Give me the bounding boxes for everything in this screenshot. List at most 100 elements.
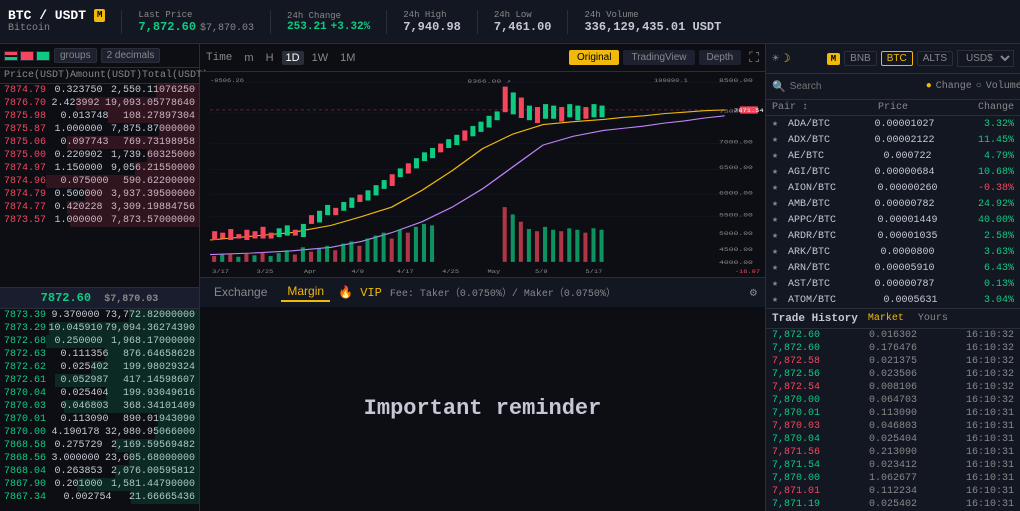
ob-view-icon[interactable] (4, 51, 18, 61)
sell-order-row[interactable]: 7875.00 0.220902 1,739.60325000 (0, 149, 199, 162)
buy-order-row[interactable]: 7868.56 3.000000 23,605.68000000 (0, 452, 199, 465)
pair-list-item[interactable]: ★ ARN/BTC 0.00005910 6.43% (766, 260, 1020, 276)
sell-order-row[interactable]: 7874.79 0.500000 3,937.39500000 (0, 188, 199, 201)
pair-list-item[interactable]: ★ ADA/BTC 0.00001027 3.32% (766, 116, 1020, 132)
pair-logo: BTC / USDT M Bitcoin (8, 8, 105, 36)
market-tab[interactable]: Market (864, 312, 908, 325)
buy-order-row[interactable]: 7870.04 0.025404 199.93049616 (0, 387, 199, 400)
buy-order-row[interactable]: 7870.01 0.113090 890.01943090 (0, 413, 199, 426)
usd-select[interactable]: USD$ (957, 50, 1014, 67)
volume-label[interactable]: Volume (986, 81, 1020, 92)
buy-order-row[interactable]: 7870.03 0.046803 368.34101409 (0, 400, 199, 413)
change-label[interactable]: Change (936, 81, 972, 92)
decimals-button[interactable]: 2 decimals (101, 48, 161, 63)
margin-tab[interactable]: Margin (281, 282, 330, 302)
buy-order-row[interactable]: 7868.58 0.275729 2,169.59569482 (0, 439, 199, 452)
change-col-header[interactable]: Change (978, 102, 1014, 113)
pair-list-item[interactable]: ★ AE/BTC 0.000722 4.79% (766, 148, 1020, 164)
buy-order-row[interactable]: 7873.39 9.370000 73,772.82000000 (0, 309, 199, 322)
interval-1W[interactable]: 1W (308, 51, 333, 65)
sell-order-row[interactable]: 7875.87 1.000000 7,875.87000000 (0, 123, 199, 136)
pair-list-item[interactable]: ★ ATOM/BTC 0.0005631 3.04% (766, 292, 1020, 308)
sell-order-row[interactable]: 7876.70 2.423992 19,093.05778640 (0, 97, 199, 110)
m-currency-badge[interactable]: M (827, 53, 840, 65)
sell-order-row[interactable]: 7874.97 1.150000 9,056.21550000 (0, 162, 199, 175)
sell-price: 7876.70 (4, 98, 46, 109)
sell-order-row[interactable]: 7875.06 0.097743 769.73198958 (0, 136, 199, 149)
buy-order-row[interactable]: 7872.63 0.111356 876.64658628 (0, 348, 199, 361)
star-icon[interactable]: ★ (772, 119, 778, 130)
btc-button[interactable]: BTC (881, 51, 913, 66)
search-input[interactable] (790, 81, 922, 92)
star-icon[interactable]: ★ (772, 295, 778, 306)
star-icon[interactable]: ★ (772, 231, 778, 242)
star-icon[interactable]: ★ (772, 263, 778, 274)
sell-order-row[interactable]: 7875.98 0.013748 108.27897304 (0, 110, 199, 123)
pair-list-item[interactable]: ★ AGI/BTC 0.00000684 10.68% (766, 164, 1020, 180)
buy-order-row[interactable]: 7872.68 0.250000 1,968.17000000 (0, 335, 199, 348)
exchange-tab[interactable]: Exchange (208, 283, 273, 301)
buy-order-row[interactable]: 7867.34 0.002754 21.66665436 (0, 491, 199, 504)
buy-order-row[interactable]: 7870.00 4.190178 32,980.95066000 (0, 426, 199, 439)
pair-list-item[interactable]: ★ AST/BTC 0.00000787 0.13% (766, 276, 1020, 292)
sell-order-row[interactable]: 7873.57 1.000000 7,873.57000000 (0, 214, 199, 227)
alts-button[interactable]: ALTS (917, 51, 953, 66)
buy-order-row[interactable]: 7868.04 0.263853 2,076.00595812 (0, 465, 199, 478)
type-original[interactable]: Original (569, 50, 619, 65)
pair-list-item[interactable]: ★ ARK/BTC 0.0000800 3.63% (766, 244, 1020, 260)
sell-price: 7875.06 (4, 137, 46, 148)
sun-icon[interactable]: ☀ (772, 51, 779, 66)
buy-order-row[interactable]: 7867.90 0.201000 1,581.44790000 (0, 478, 199, 491)
svg-text:5/17: 5/17 (585, 269, 602, 275)
pair-name: AION/BTC (788, 183, 836, 194)
type-tradingview[interactable]: TradingView (623, 50, 694, 65)
pair-list-item[interactable]: ★ AION/BTC 0.00000260 -0.38% (766, 180, 1020, 196)
star-icon[interactable]: ★ (772, 215, 778, 226)
interval-1D[interactable]: 1D (282, 51, 304, 65)
star-icon[interactable]: ★ (772, 151, 778, 162)
star-icon[interactable]: ★ (772, 183, 778, 194)
ob-buy-icon[interactable] (36, 51, 50, 61)
type-depth[interactable]: Depth (699, 50, 742, 65)
pair-list-item[interactable]: ★ ARDR/BTC 0.00001035 2.58% (766, 228, 1020, 244)
sell-order-row[interactable]: 7874.96 0.075000 590.62200000 (0, 175, 199, 188)
pair-change: 3.32% (969, 119, 1014, 130)
svg-text:4/25: 4/25 (442, 269, 459, 275)
buy-order-row[interactable]: 7872.61 0.052987 417.14598607 (0, 374, 199, 387)
buy-order-row[interactable]: 7872.62 0.025402 199.98029324 (0, 361, 199, 374)
interval-H[interactable]: H (262, 51, 278, 65)
moon-icon[interactable]: ☽ (783, 51, 790, 66)
sell-order-row[interactable]: 7874.77 0.420228 3,309.19884756 (0, 201, 199, 214)
pair-list-item[interactable]: ★ APPC/BTC 0.00001449 40.00% (766, 212, 1020, 228)
pair-list-item[interactable]: ★ ADX/BTC 0.00002122 11.45% (766, 132, 1020, 148)
right-panel: ☀ ☽ M BNB BTC ALTS USD$ 🔍 ● Change ○ Vol… (765, 44, 1020, 511)
star-icon[interactable]: ★ (772, 199, 778, 210)
svg-text:7871.54: 7871.54 (734, 108, 764, 114)
bnb-button[interactable]: BNB (844, 51, 877, 66)
change-radio[interactable]: ● (926, 81, 932, 92)
groups-button[interactable]: groups (54, 48, 97, 63)
buy-order-row[interactable]: 7873.29 10.045910 79,094.36274390 (0, 322, 199, 335)
reminder-text: Important reminder (364, 396, 602, 421)
star-icon[interactable]: ★ (772, 279, 778, 290)
svg-text:5/9: 5/9 (535, 269, 548, 275)
price-col-header[interactable]: Price (878, 102, 908, 113)
settings-icon[interactable]: ⚙ (750, 285, 757, 300)
interval-m[interactable]: m (240, 51, 257, 65)
ob-sell-icon[interactable] (20, 51, 34, 61)
volume-radio[interactable]: ○ (976, 81, 982, 92)
star-icon[interactable]: ★ (772, 135, 778, 146)
fullscreen-button[interactable]: ⛶ (749, 49, 759, 66)
trade-price: 7,872.58 (772, 356, 820, 367)
interval-1M[interactable]: 1M (336, 51, 359, 65)
yours-tab[interactable]: Yours (914, 312, 952, 325)
divider2 (270, 10, 271, 34)
trade-time: 16:10:32 (966, 395, 1014, 406)
star-icon[interactable]: ★ (772, 247, 778, 258)
search-box: 🔍 ● Change ○ Volume (766, 74, 1020, 100)
star-icon[interactable]: ★ (772, 167, 778, 178)
pair-col-header[interactable]: Pair ↕ (772, 102, 808, 113)
buy-amount: 0.275729 (54, 440, 102, 451)
pair-list-item[interactable]: ★ AMB/BTC 0.00000782 24.92% (766, 196, 1020, 212)
sell-order-row[interactable]: 7874.79 0.323750 2,550.11076250 (0, 84, 199, 97)
